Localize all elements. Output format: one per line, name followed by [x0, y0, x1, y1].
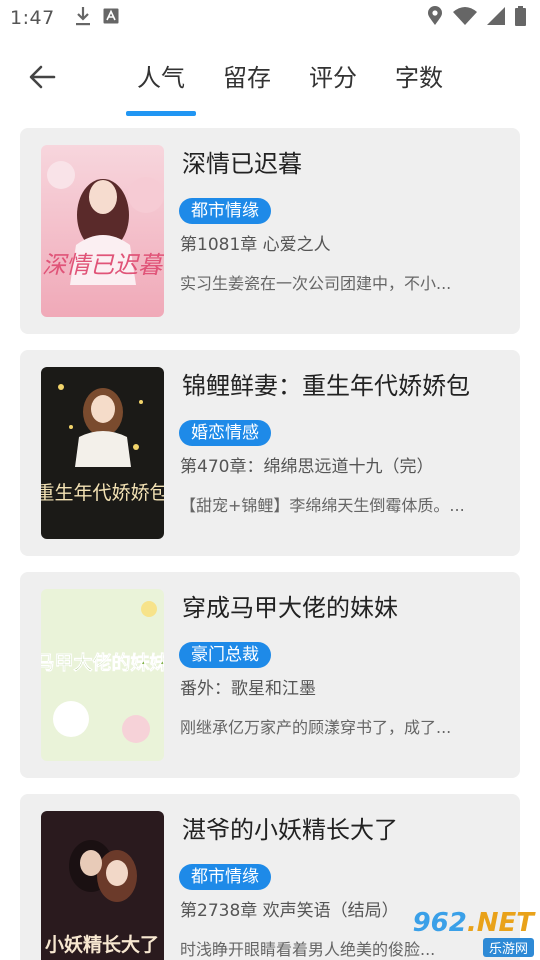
book-card[interactable]: 马甲大佬的妹妹 穿成马甲大佬的妹妹 豪门总裁 番外：歌星和江墨 刚继承亿万家产的… — [20, 572, 520, 778]
cover-title-text: 马甲大佬的妹妹 — [41, 651, 164, 674]
back-button[interactable] — [24, 62, 60, 96]
battery-icon — [515, 6, 526, 30]
book-description: 【甜宠+锦鲤】李绵绵天生倒霉体质。... — [180, 496, 465, 515]
tab-rating[interactable]: 评分 — [290, 58, 376, 116]
ranking-tabs: 人气 留存 评分 字数 — [118, 58, 462, 116]
back-arrow-icon — [28, 65, 56, 93]
book-title: 穿成马甲大佬的妹妹 — [182, 594, 398, 622]
signal-icon — [487, 7, 505, 29]
book-card[interactable]: 深情已迟暮 深情已迟暮 都市情缘 第1081章 心爱之人 实习生姜瓷在一次公司团… — [20, 128, 520, 334]
genre-tag: 豪门总裁 — [179, 642, 271, 668]
latest-chapter: 第470章：绵绵思远道十九（完） — [180, 457, 434, 477]
book-title: 深情已迟暮 — [182, 150, 302, 178]
status-bar: 1:47 — [0, 0, 540, 36]
location-icon — [427, 6, 443, 30]
genre-tag: 都市情缘 — [179, 864, 271, 890]
book-description: 实习生姜瓷在一次公司团建中，不小... — [180, 274, 452, 293]
latest-chapter: 番外：歌星和江墨 — [180, 679, 316, 699]
status-left-icons — [75, 6, 119, 30]
status-time: 1:47 — [10, 7, 55, 29]
latest-chapter: 第1081章 心爱之人 — [180, 235, 331, 255]
watermark-logo: 962.NET — [412, 908, 534, 938]
book-cover[interactable]: 深情已迟暮 — [41, 145, 164, 317]
tab-retention[interactable]: 留存 — [204, 58, 290, 116]
book-title: 湛爷的小妖精长大了 — [182, 816, 398, 844]
book-cover[interactable]: 重生年代娇娇包 — [41, 367, 164, 539]
tab-popularity[interactable]: 人气 — [118, 58, 204, 116]
site-watermark: 962.NET 乐游网 — [404, 908, 534, 957]
book-cover[interactable]: 马甲大佬的妹妹 — [41, 589, 164, 761]
cover-title-text: 小妖精长大了 — [45, 933, 159, 956]
book-description: 刚继承亿万家产的顾漾穿书了，成了... — [180, 718, 452, 737]
status-right-icons — [427, 6, 526, 30]
book-cover[interactable]: 小妖精长大了 — [41, 811, 164, 960]
sim-notification-icon — [103, 8, 119, 28]
cover-title-text: 重生年代娇娇包 — [41, 482, 164, 504]
watermark-subtitle: 乐游网 — [482, 938, 534, 957]
cover-title-text: 深情已迟暮 — [42, 251, 164, 279]
tab-word-count[interactable]: 字数 — [376, 58, 462, 116]
top-bar: 人气 留存 评分 字数 — [0, 36, 540, 122]
book-list: 深情已迟暮 深情已迟暮 都市情缘 第1081章 心爱之人 实习生姜瓷在一次公司团… — [0, 122, 540, 960]
genre-tag: 婚恋情感 — [179, 420, 271, 446]
book-title: 锦鲤鲜妻：重生年代娇娇包 — [182, 372, 470, 400]
book-card[interactable]: 重生年代娇娇包 锦鲤鲜妻：重生年代娇娇包 婚恋情感 第470章：绵绵思远道十九（… — [20, 350, 520, 556]
genre-tag: 都市情缘 — [179, 198, 271, 224]
download-icon — [75, 6, 91, 30]
wifi-icon — [453, 7, 477, 29]
